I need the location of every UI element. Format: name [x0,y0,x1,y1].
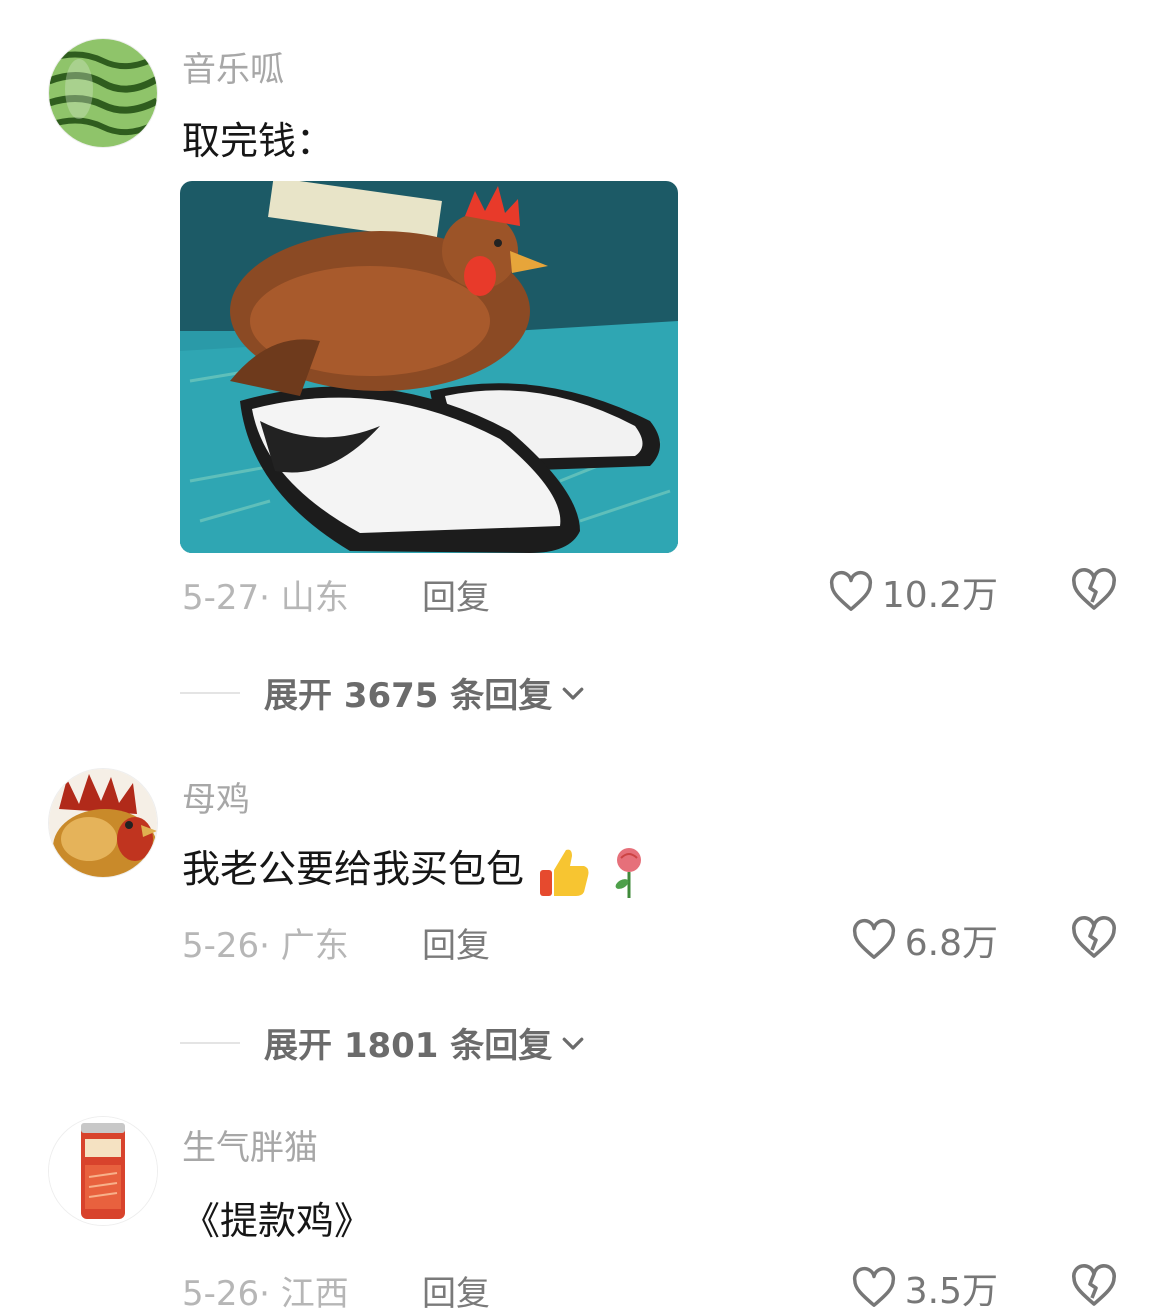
broken-heart-icon[interactable] [1070,566,1118,614]
like-button[interactable]: 3.5万 [851,1262,998,1314]
chevron-down-icon [562,1037,584,1050]
comment-item: 母鸡 我老公要给我买包包 5-26· 广东 回复 6.8万 展开 1801 条回… [0,768,1170,1098]
expand-replies-button[interactable]: 展开 3675 条回复 [180,668,588,717]
broken-heart-icon[interactable] [1070,1262,1118,1310]
reply-button[interactable]: 回复 [422,1266,490,1315]
comment-text: 我老公要给我买包包 [182,838,654,900]
like-count: 6.8万 [904,923,998,964]
user-avatar[interactable] [48,768,158,878]
drink-can-avatar-icon [49,1117,157,1225]
comment-item: 音乐呱 取完钱： 5-27· 山东 回复 10.2万 展开 3675 条回复 [0,0,1170,730]
expand-replies-label: 展开 1801 条回复 [264,1026,553,1066]
comment-date-location: 5-26· 广东 [182,926,349,966]
rose-emoji-icon [615,847,642,898]
heart-outline-icon [829,570,872,611]
chicken-on-sneakers-image [180,181,678,553]
username[interactable]: 音乐呱 [182,42,284,91]
divider-line [180,691,240,694]
like-count: 3.5万 [904,1271,998,1312]
username[interactable]: 生气胖猫 [182,1120,318,1169]
heart-outline-icon [852,918,895,959]
username[interactable]: 母鸡 [182,772,250,821]
expand-replies-button[interactable]: 展开 1801 条回复 [180,1018,588,1067]
thumbs-up-emoji-icon [540,849,589,896]
watermelon-avatar-icon [49,39,157,147]
comment-image[interactable] [180,181,678,553]
reply-button[interactable]: 回复 [422,918,490,967]
comment-text: 取完钱： [182,119,335,163]
comment-text-content: 我老公要给我买包包 [182,847,525,891]
like-count: 10.2万 [881,575,998,616]
like-button[interactable]: 10.2万 [828,566,998,618]
heart-outline-icon [852,1266,895,1307]
comment-text: 《提款鸡》 [182,1199,373,1243]
broken-heart-icon[interactable] [1070,914,1118,962]
chevron-down-icon [562,687,584,700]
comment-date-location: 5-26· 江西 [182,1274,349,1314]
comment-date-location: 5-27· 山东 [182,578,349,618]
user-avatar[interactable] [48,1116,158,1226]
divider-line [180,1041,240,1044]
expand-replies-label: 展开 3675 条回复 [264,676,553,716]
rooster-avatar-icon [49,769,157,877]
comment-item: 生气胖猫 《提款鸡》 5-26· 江西 回复 3.5万 [0,1116,1170,1314]
like-button[interactable]: 6.8万 [851,914,998,966]
user-avatar[interactable] [48,38,158,148]
reply-button[interactable]: 回复 [422,570,490,619]
